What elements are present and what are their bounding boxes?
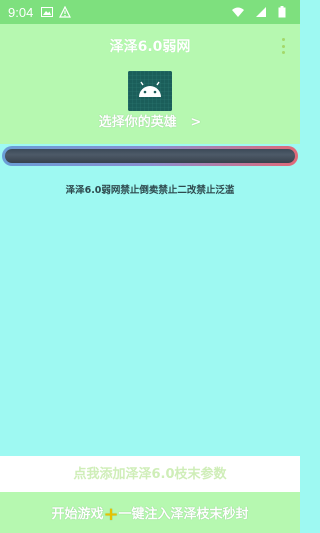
menu-dot: [281, 51, 285, 54]
plus-icon: +: [103, 504, 119, 525]
status-time: 9:04: [8, 4, 34, 20]
notice-text: 泽泽6.0弱网禁止倒卖禁止二改禁止泛滥: [65, 185, 235, 196]
signal-icon: [255, 6, 267, 18]
add-params-button[interactable]: 点我添加泽泽6.0枝末参数: [0, 463, 300, 482]
choose-hero-button[interactable]: 选择你的英雄 >: [0, 111, 300, 130]
start-game-label-before: 开始游戏: [51, 507, 104, 522]
start-game-label-after: 一键注入泽泽枝末秒封: [118, 507, 249, 522]
menu-dot: [281, 44, 285, 48]
app-title: 泽泽6.0弱网: [109, 39, 191, 55]
status-bar: 9:04: [0, 0, 300, 24]
overflow-menu-icon[interactable]: [280, 38, 286, 54]
battery-icon: [278, 6, 286, 18]
chevron-right-icon: >: [190, 115, 202, 130]
android-icon[interactable]: [128, 71, 172, 111]
start-game-button[interactable]: 开始游戏+一键注入泽泽枝末秒封: [0, 503, 300, 525]
choose-hero-label: 选择你的英雄: [98, 115, 177, 130]
progress-bar: [2, 146, 298, 166]
warning-icon: [59, 5, 72, 18]
menu-dot: [281, 38, 285, 41]
progress-track: [5, 149, 295, 163]
image-icon: [41, 6, 54, 18]
wifi-icon: [232, 6, 244, 18]
